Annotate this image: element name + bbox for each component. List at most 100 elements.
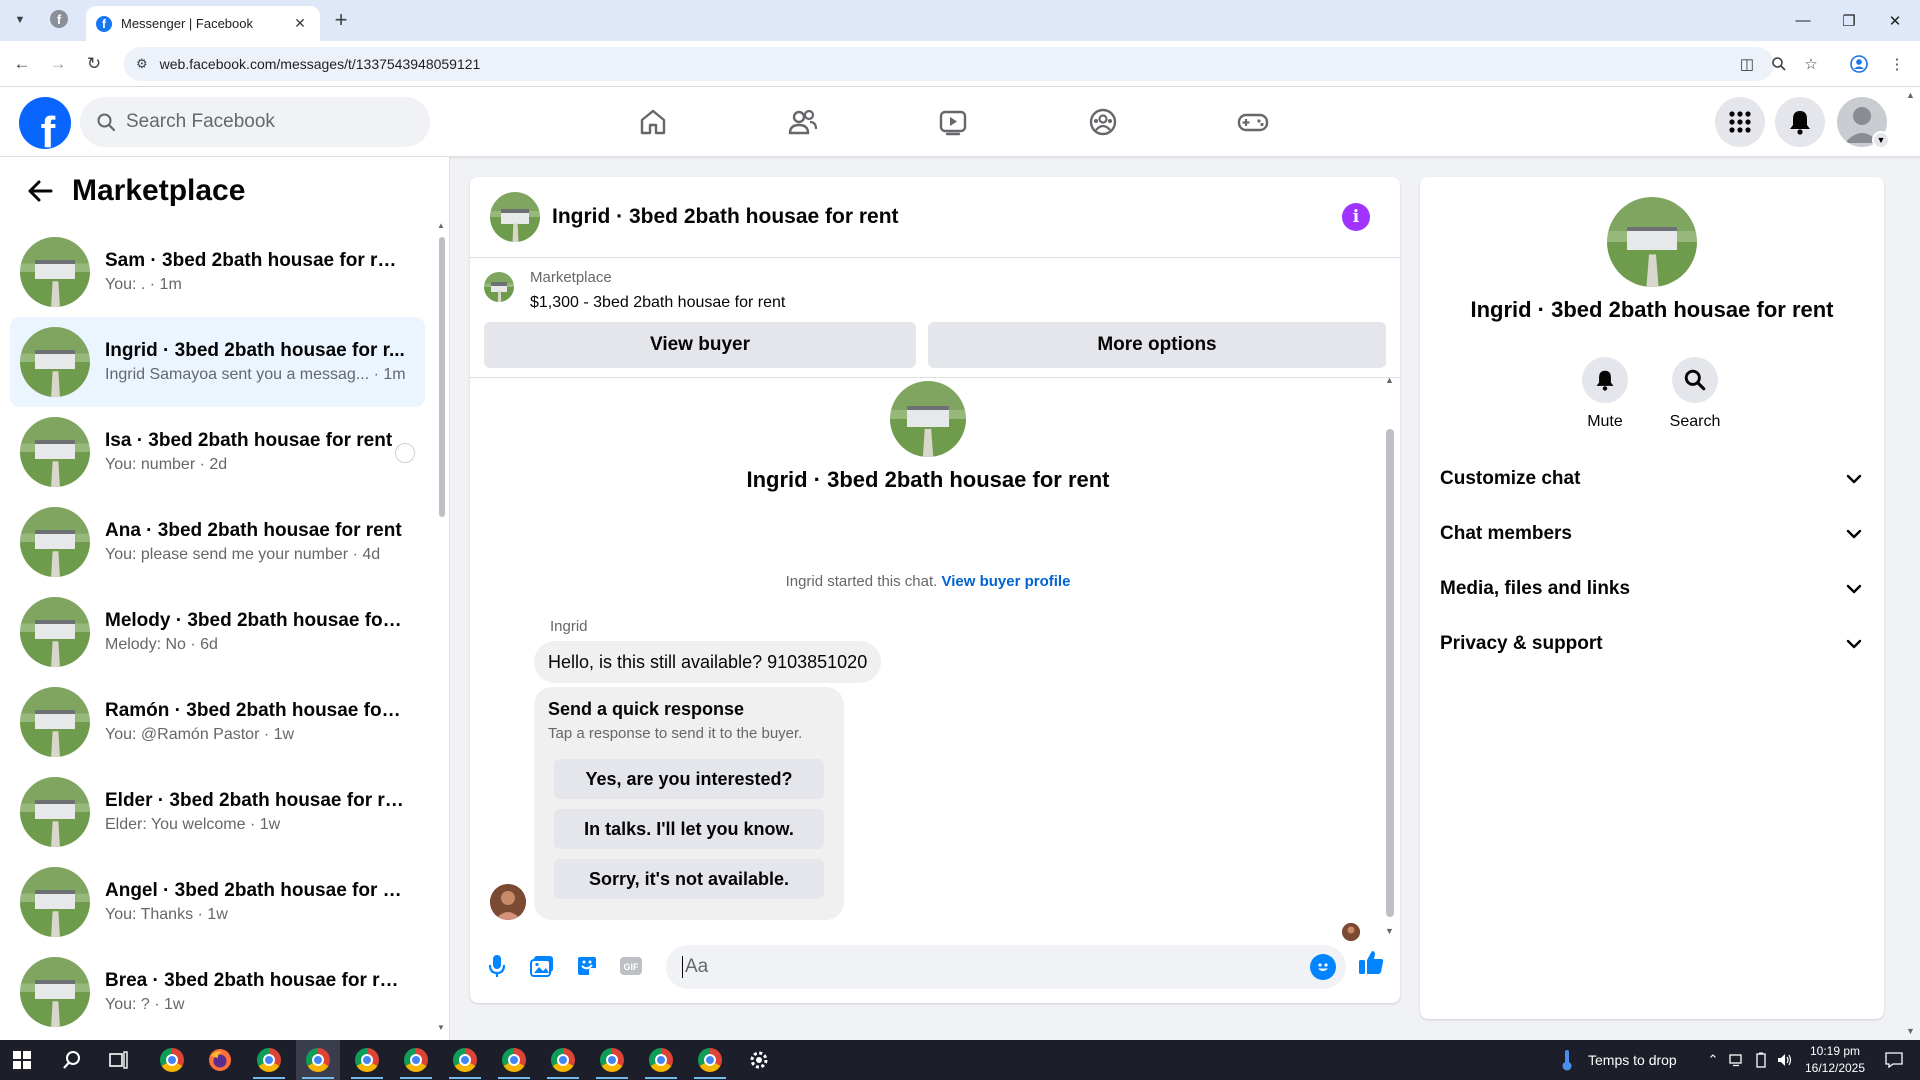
page-scroll-down-icon[interactable]: ▼ bbox=[1906, 1026, 1915, 1036]
notification-center-icon[interactable] bbox=[1876, 1040, 1912, 1080]
browser-tab-messenger[interactable]: f Messenger | Facebook ✕ bbox=[86, 6, 320, 41]
close-window-button[interactable]: ✕ bbox=[1872, 0, 1918, 41]
facebook-tab-icon[interactable]: f bbox=[50, 10, 68, 28]
page-scroll-up-icon[interactable]: ▲ bbox=[1906, 90, 1915, 100]
chrome-taskbar-icon[interactable] bbox=[590, 1040, 634, 1080]
restore-window-button[interactable]: ❐ bbox=[1826, 0, 1872, 41]
conversation-item[interactable]: Isa · 3bed 2bath housae for rent You: num… bbox=[10, 407, 425, 497]
conversation-item-active[interactable]: Ingrid · 3bed 2bath housae for r... Ingri… bbox=[10, 317, 425, 407]
quick-response-subtitle: Tap a response to send it to the buyer. bbox=[548, 725, 803, 742]
conversation-item[interactable]: Melody · 3bed 2bath housae for ... Melody… bbox=[10, 587, 425, 677]
volume-icon[interactable] bbox=[1774, 1040, 1796, 1080]
install-app-icon[interactable]: ◫ bbox=[1736, 53, 1758, 75]
taskbar-clock[interactable]: 10:19 pm 16/12/2025 bbox=[1800, 1043, 1870, 1077]
notifications-button[interactable] bbox=[1775, 97, 1825, 147]
listing-price-title[interactable]: $1,300 - 3bed 2bath housae for rent bbox=[530, 294, 785, 312]
chat-scroll-up-icon[interactable]: ▲ bbox=[1385, 375, 1394, 385]
chrome-taskbar-icon[interactable] bbox=[150, 1040, 194, 1080]
facebook-logo[interactable]: f bbox=[19, 97, 71, 149]
quick-response-button[interactable]: In talks. I'll let you know. bbox=[554, 809, 824, 849]
conversation-item[interactable]: Ramón · 3bed 2bath housae for ... You: @R… bbox=[10, 677, 425, 767]
weather-widget[interactable]: Temps to drop bbox=[1560, 1040, 1677, 1080]
chrome-taskbar-icon[interactable] bbox=[541, 1040, 585, 1080]
site-info-icon[interactable]: ⚙ bbox=[136, 56, 148, 72]
emoji-icon[interactable] bbox=[1310, 954, 1336, 980]
facebook-search[interactable] bbox=[80, 97, 430, 147]
microphone-icon[interactable] bbox=[482, 951, 512, 981]
chrome-taskbar-icon[interactable] bbox=[688, 1040, 732, 1080]
sidebar-scroll-up-icon[interactable]: ▲ bbox=[437, 221, 445, 230]
chat-title[interactable]: Ingrid · 3bed 2bath housae for rent bbox=[552, 205, 899, 229]
home-nav-icon[interactable] bbox=[630, 99, 676, 145]
like-thumb-icon[interactable] bbox=[1356, 947, 1386, 977]
browser-menu-icon[interactable]: ⋮ bbox=[1886, 53, 1908, 75]
message-bubble[interactable]: Hello, is this still available? 91038510… bbox=[534, 641, 882, 683]
minimize-window-button[interactable]: — bbox=[1780, 0, 1826, 41]
chat-scroll-down-icon[interactable]: ▼ bbox=[1385, 926, 1394, 936]
forward-button[interactable]: → bbox=[46, 52, 70, 76]
message-input-box[interactable] bbox=[666, 945, 1346, 989]
privacy-support-section[interactable]: Privacy & support bbox=[1440, 622, 1864, 666]
conversation-info-icon[interactable]: i bbox=[1342, 203, 1370, 231]
address-bar[interactable]: ⚙ web.facebook.com/messages/t/1337543948… bbox=[124, 47, 1774, 81]
sender-avatar[interactable] bbox=[490, 884, 526, 920]
new-tab-button[interactable]: + bbox=[328, 8, 354, 34]
conversation-item[interactable]: Ana · 3bed 2bath housae for rent You: ple… bbox=[10, 497, 425, 587]
taskbar-search-icon[interactable] bbox=[50, 1040, 94, 1080]
groups-nav-icon[interactable] bbox=[1080, 99, 1126, 145]
mark-read-circle-icon[interactable] bbox=[395, 443, 415, 463]
tab-search-dropdown-icon[interactable]: ▼ bbox=[8, 8, 32, 32]
media-files-links-section[interactable]: Media, files and links bbox=[1440, 567, 1864, 611]
reload-button[interactable]: ↻ bbox=[82, 52, 106, 76]
gif-icon[interactable]: GIF bbox=[616, 951, 646, 981]
back-button[interactable]: ← bbox=[10, 52, 34, 76]
settings-taskbar-icon[interactable] bbox=[737, 1040, 781, 1080]
bookmark-star-icon[interactable]: ☆ bbox=[1800, 53, 1822, 75]
info-thumbnail[interactable] bbox=[1607, 197, 1697, 287]
zoom-icon[interactable] bbox=[1768, 53, 1790, 75]
windows-start-icon[interactable] bbox=[0, 1040, 44, 1080]
video-nav-icon[interactable] bbox=[930, 99, 976, 145]
chrome-taskbar-icon[interactable] bbox=[492, 1040, 536, 1080]
chat-thumbnail[interactable] bbox=[490, 192, 540, 242]
firefox-taskbar-icon[interactable] bbox=[198, 1040, 242, 1080]
conversation-item[interactable]: Brea · 3bed 2bath housae for rent You: ? … bbox=[10, 947, 425, 1037]
conversation-item[interactable]: Angel · 3bed 2bath housae for re... You: … bbox=[10, 857, 425, 947]
chat-scrollbar[interactable] bbox=[1386, 429, 1394, 917]
battery-icon[interactable] bbox=[1750, 1040, 1772, 1080]
view-buyer-profile-link[interactable]: View buyer profile bbox=[941, 573, 1070, 590]
chrome-taskbar-icon[interactable] bbox=[247, 1040, 291, 1080]
gaming-nav-icon[interactable] bbox=[1230, 99, 1276, 145]
tab-close-icon[interactable]: ✕ bbox=[290, 15, 310, 32]
message-input[interactable] bbox=[682, 956, 1282, 978]
conversation-item[interactable]: Sam · 3bed 2bath housae for rent You: . ·… bbox=[10, 227, 425, 317]
chrome-taskbar-icon[interactable] bbox=[394, 1040, 438, 1080]
more-options-button[interactable]: More options bbox=[928, 322, 1386, 368]
mute-action[interactable]: Mute bbox=[1565, 357, 1645, 431]
chat-members-section[interactable]: Chat members bbox=[1440, 512, 1864, 556]
quick-response-button[interactable]: Yes, are you interested? bbox=[554, 759, 824, 799]
back-arrow-icon[interactable] bbox=[20, 171, 60, 211]
sticker-icon[interactable] bbox=[572, 951, 602, 981]
network-icon[interactable] bbox=[1726, 1040, 1748, 1080]
quick-response-button[interactable]: Sorry, it's not available. bbox=[554, 859, 824, 899]
section-label: Customize chat bbox=[1440, 468, 1581, 489]
chrome-taskbar-icon[interactable] bbox=[639, 1040, 683, 1080]
chrome-taskbar-icon-active[interactable] bbox=[296, 1040, 340, 1080]
task-view-icon[interactable] bbox=[97, 1040, 141, 1080]
profile-icon[interactable] bbox=[1848, 53, 1870, 75]
friends-nav-icon[interactable] bbox=[780, 99, 826, 145]
chrome-taskbar-icon[interactable] bbox=[443, 1040, 487, 1080]
photo-attach-icon[interactable] bbox=[527, 951, 557, 981]
search-input[interactable] bbox=[126, 111, 396, 133]
chrome-taskbar-icon[interactable] bbox=[345, 1040, 389, 1080]
menu-grid-button[interactable] bbox=[1715, 97, 1765, 147]
sidebar-scrollbar[interactable] bbox=[439, 237, 445, 517]
search-action[interactable]: Search bbox=[1655, 357, 1735, 431]
conversation-item[interactable]: Elder · 3bed 2bath housae for rent Elder:… bbox=[10, 767, 425, 857]
customize-chat-section[interactable]: Customize chat bbox=[1440, 457, 1864, 501]
account-caret-icon[interactable]: ▼ bbox=[1872, 131, 1890, 149]
view-buyer-button[interactable]: View buyer bbox=[484, 322, 916, 368]
show-hidden-icons-chevron-icon[interactable]: ⌃ bbox=[1702, 1040, 1724, 1080]
sidebar-scroll-down-icon[interactable]: ▼ bbox=[437, 1023, 445, 1032]
